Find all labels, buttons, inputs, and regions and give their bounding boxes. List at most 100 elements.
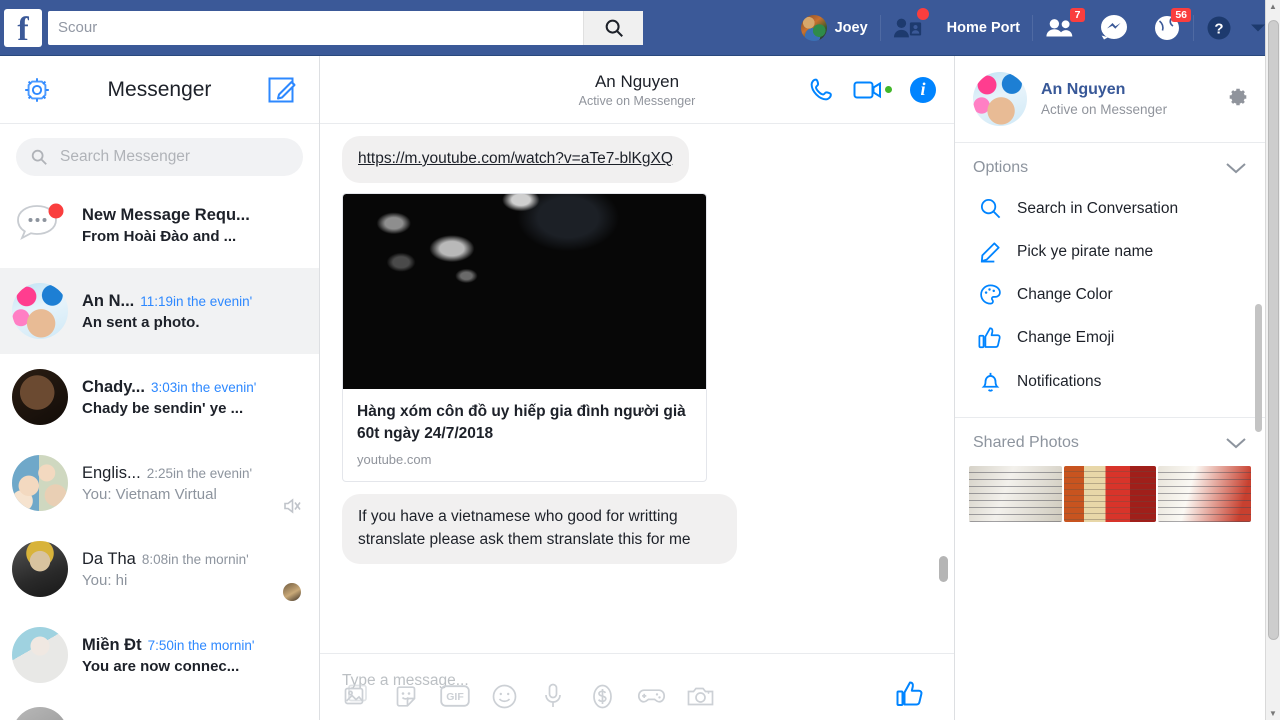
messages-nav[interactable]	[1087, 0, 1141, 56]
avatar	[12, 707, 68, 720]
emoji-icon[interactable]	[489, 681, 519, 711]
list-item[interactable]	[0, 698, 319, 720]
options-section-header[interactable]: Options	[955, 143, 1265, 187]
conversation-thread: An Nguyen Active on Messenger i https://…	[320, 56, 955, 720]
option-pick-pirate-name[interactable]: Pick ye pirate name	[955, 230, 1265, 273]
option-change-emoji[interactable]: Change Emoji	[955, 316, 1265, 360]
list-item[interactable]: Da Tha 8:08in the mornin' You: hi	[0, 526, 319, 612]
game-controller-icon[interactable]	[636, 681, 666, 711]
info-icon[interactable]: i	[910, 76, 936, 103]
notebook-page-1[interactable]	[969, 466, 1062, 522]
profile-link[interactable]: Joey	[789, 0, 880, 56]
notifications-nav[interactable]: 56	[1141, 0, 1193, 56]
global-search	[48, 10, 643, 45]
conversation-snippet: An sent a photo.	[82, 313, 200, 331]
phone-icon[interactable]	[808, 76, 835, 103]
topbar-right-actions: Joey Home Port 7 56 ?	[789, 0, 1280, 56]
conversation-name: An N...	[82, 291, 135, 310]
scroll-down-arrow[interactable]: ▼	[1269, 709, 1277, 718]
video-call-button[interactable]	[853, 79, 892, 101]
svg-text:?: ?	[1214, 20, 1223, 37]
gear-icon[interactable]	[1227, 86, 1249, 113]
conversation-snippet: Chady be sendin' ye ...	[82, 399, 244, 417]
shared-photos-title: Shared Photos	[973, 434, 1079, 451]
notifications-badge: 56	[1171, 7, 1191, 22]
message-row: If you have a vietnamese who good for wr…	[320, 494, 954, 565]
profile-name-link[interactable]: An Nguyen	[1041, 81, 1167, 99]
conversation-snippet: You are now connec...	[82, 657, 240, 675]
conversation-list[interactable]: New Message Requ... From Hoài Đào and ..…	[0, 182, 319, 720]
sticker-icon[interactable]	[391, 681, 421, 711]
search-messenger-input[interactable]	[60, 148, 289, 166]
link-preview-meta: Hàng xóm côn đồ uy hiếp gia đình người g…	[343, 389, 706, 481]
video-thumbnail[interactable]	[343, 193, 706, 389]
message-list: https://m.youtube.com/watch?v=aTe7-blKgX…	[320, 124, 954, 653]
conversation-time: 7:50in the mornin'	[147, 637, 255, 653]
money-icon[interactable]	[587, 681, 617, 711]
conversation-time: 2:25in the evenin'	[146, 465, 253, 481]
list-item[interactable]: An N... 11:19in the evenin' An sent a ph…	[0, 268, 319, 354]
thumbs-up-icon	[973, 326, 1007, 350]
conversation-name: Chady...	[82, 377, 145, 396]
options-title: Options	[973, 159, 1029, 176]
friends-requests-nav[interactable]: 7	[1033, 0, 1087, 56]
sidebar-header: Messenger	[0, 56, 319, 124]
gear-icon[interactable]	[22, 75, 52, 105]
conversation-time: 11:19in the evenin'	[140, 293, 253, 309]
youtube-link[interactable]: https://m.youtube.com/watch?v=aTe7-blKgX…	[358, 150, 673, 167]
search-input[interactable]	[48, 10, 583, 45]
chevron-down-icon	[1251, 24, 1265, 31]
details-panel-scrollbar[interactable]	[1255, 304, 1262, 432]
thumbs-up-icon[interactable]	[896, 680, 924, 713]
list-item[interactable]: Englis... 2:25in the evenin' You: Vietna…	[0, 440, 319, 526]
link-preview-card[interactable]: Hàng xóm côn đồ uy hiếp gia đình người g…	[342, 192, 707, 483]
conversation-status	[279, 497, 305, 517]
avatar	[12, 369, 68, 425]
camera-icon[interactable]	[685, 681, 715, 711]
thread-scrollbar[interactable]	[939, 556, 948, 582]
chevron-down-icon[interactable]	[1225, 436, 1247, 450]
sidebar-title: Messenger	[107, 77, 212, 101]
search-button[interactable]	[583, 10, 643, 45]
option-change-color[interactable]: Change Color	[955, 273, 1265, 316]
seen-avatar	[283, 583, 301, 601]
avatar	[800, 14, 827, 41]
browser-scrollbar[interactable]: ▲ ▼	[1265, 0, 1280, 720]
friend-request-dot	[916, 7, 929, 20]
conversation-snippet: You: Vietnam Virtual	[82, 485, 217, 503]
conversation-name: Englis...	[82, 463, 141, 482]
scrollbar-thumb[interactable]	[1268, 20, 1279, 640]
friend-request-icon	[893, 18, 921, 37]
conversation-details-panel: An Nguyen Active on Messenger Options Se…	[955, 56, 1265, 720]
list-item[interactable]: New Message Requ... From Hoài Đào and ..…	[0, 182, 319, 268]
compose-icon[interactable]	[267, 75, 297, 105]
help-button[interactable]: ?	[1194, 0, 1244, 56]
message-row: https://m.youtube.com/watch?v=aTe7-blKgX…	[320, 136, 954, 183]
option-label: Notifications	[1017, 372, 1102, 390]
notebook-page-3[interactable]	[1158, 466, 1252, 522]
thread-actions: i	[808, 76, 936, 103]
list-item[interactable]: Chady... 3:03in the evenin' Chady be sen…	[0, 354, 319, 440]
online-indicator	[885, 86, 892, 93]
scroll-up-arrow[interactable]: ▲	[1269, 2, 1277, 11]
shared-photos-section-header[interactable]: Shared Photos	[955, 418, 1265, 462]
notebook-page-2[interactable]	[1063, 466, 1157, 522]
facebook-logo-icon[interactable]: f	[4, 8, 42, 47]
option-notifications[interactable]: Notifications	[955, 360, 1265, 403]
message-request-icon	[12, 197, 68, 253]
chevron-down-icon[interactable]	[1225, 161, 1247, 175]
microphone-icon[interactable]	[538, 681, 568, 711]
friend-requests-button[interactable]	[881, 0, 935, 56]
conversation-name: New Message Requ...	[82, 205, 250, 224]
message-bubble-link: https://m.youtube.com/watch?v=aTe7-blKgX…	[342, 136, 689, 183]
avatar	[973, 72, 1027, 126]
list-item[interactable]: Miền Đt 7:50in the mornin' You are now c…	[0, 612, 319, 698]
conversation-time: 8:08in the mornin'	[141, 551, 249, 567]
conversation-snippet: You: hi	[82, 571, 128, 589]
home-link[interactable]: Home Port	[935, 0, 1032, 56]
pencil-icon	[973, 240, 1007, 263]
photo-icon[interactable]	[342, 681, 372, 711]
option-search-in-conversation[interactable]: Search in Conversation	[955, 187, 1265, 230]
svg-text:GIF: GIF	[446, 691, 464, 703]
gif-icon[interactable]: GIF	[440, 681, 470, 711]
